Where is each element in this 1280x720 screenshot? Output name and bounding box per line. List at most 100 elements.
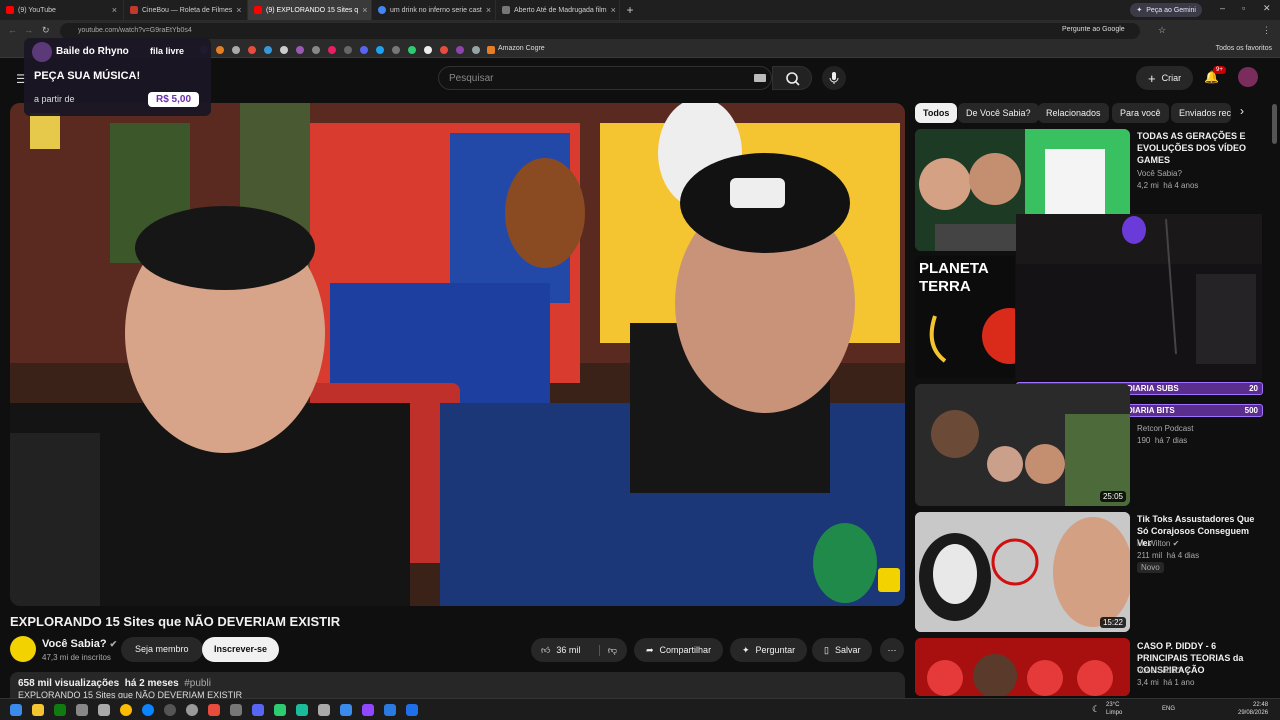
all-favorites-folder[interactable]: Todos os favoritos [1216, 45, 1272, 52]
video-stats: 658 mil visualizações há 2 meses #publi [18, 678, 211, 689]
close-tab-icon[interactable]: × [112, 5, 117, 15]
more-actions-button[interactable]: ⋯ [880, 638, 904, 662]
recommendation-meta: 211 mil há 4 dias [1137, 551, 1199, 560]
recommendation-thumbnail[interactable] [915, 638, 1130, 696]
create-button[interactable]: + Criar [1136, 66, 1194, 90]
bookmark-icon[interactable] [360, 46, 368, 54]
search-input[interactable]: Pesquisar [438, 66, 772, 90]
recommendation-channel[interactable]: Você Sabia? [1137, 169, 1182, 178]
keyboard-icon[interactable] [754, 74, 766, 82]
close-tab-icon[interactable]: × [236, 5, 241, 15]
tab-movie[interactable]: Aberto Até de Madrugada film × [496, 0, 620, 20]
bookmark-icon[interactable] [296, 46, 304, 54]
save-button[interactable]: ▯ Salvar [812, 638, 873, 662]
bookmark-icon[interactable] [344, 46, 352, 54]
tab-label: CineBou — Roleta de Filmes [142, 6, 233, 14]
app-icon[interactable] [274, 704, 286, 716]
bookmark-amazon[interactable]: Amazon Cogre [498, 45, 545, 52]
close-tab-icon[interactable]: × [486, 5, 491, 15]
bookmark-icon[interactable] [248, 46, 256, 54]
chip-recently-uploaded[interactable]: Enviados rec [1171, 103, 1231, 123]
minimize-icon[interactable]: – [1220, 3, 1225, 13]
close-tab-icon[interactable]: × [611, 5, 616, 15]
account-avatar[interactable] [1238, 67, 1258, 87]
app-icon[interactable] [164, 704, 176, 716]
app-icon[interactable] [76, 704, 88, 716]
bookmark-icon[interactable] [232, 46, 240, 54]
recommendation-thumbnail[interactable]: 15:22 [915, 512, 1130, 632]
app-icon[interactable] [186, 704, 198, 716]
chip-from-channel[interactable]: De Você Sabia? [958, 103, 1039, 123]
bookmark-icon[interactable] [376, 46, 384, 54]
channel-avatar[interactable] [10, 636, 36, 662]
tab-google-search[interactable]: um drink no inferno serie cast × [372, 0, 496, 20]
app-icon[interactable] [230, 704, 242, 716]
tab-cinebou[interactable]: CineBou — Roleta de Filmes × [124, 0, 248, 20]
file-explorer-icon[interactable] [32, 704, 44, 716]
maximize-icon[interactable]: ▫ [1242, 3, 1245, 13]
close-window-icon[interactable]: ✕ [1263, 3, 1271, 14]
ask-gemini-button[interactable]: ✦ Peça ao Gemini [1130, 3, 1202, 17]
share-button[interactable]: ➦ Compartilhar [634, 638, 724, 662]
like-button[interactable]: 👍︎ 36 mil [541, 645, 580, 656]
recommendation-title[interactable]: TODAS AS GERAÇÕES E EVOLUÇÕES DOS VÍDEO … [1137, 130, 1265, 166]
app-icon[interactable] [362, 704, 374, 716]
ask-button[interactable]: ✦ Perguntar [730, 638, 808, 662]
bookmark-icon[interactable] [424, 46, 432, 54]
app-icon[interactable] [318, 704, 330, 716]
close-tab-icon[interactable]: × [362, 5, 367, 15]
page-scrollbar[interactable] [1272, 104, 1277, 144]
bookmark-icon[interactable] [312, 46, 320, 54]
edge-icon[interactable] [142, 704, 154, 716]
new-tab-button[interactable]: + [620, 3, 640, 17]
app-icon[interactable] [406, 704, 418, 716]
tab-video-active[interactable]: (9) EXPLORANDO 15 Sites q × [248, 0, 372, 20]
chevron-right-icon[interactable]: › [1240, 104, 1244, 118]
bookmark-icon[interactable] [456, 46, 464, 54]
bookmark-icon[interactable] [216, 46, 224, 54]
weather-widget[interactable]: 23°C Limpo [1106, 701, 1122, 717]
video-player[interactable] [10, 103, 905, 606]
back-icon[interactable]: ← [8, 25, 17, 35]
recommendation-channel[interactable]: Retcon Podcast [1137, 424, 1193, 433]
app-icon[interactable] [208, 704, 220, 716]
chip-all[interactable]: Todos [915, 103, 958, 123]
bookmark-icon[interactable] [280, 46, 288, 54]
recommendation-thumbnail[interactable]: 25:05 [915, 384, 1130, 506]
system-clock[interactable]: 22:48 29/08/2026 [1238, 701, 1268, 717]
app-icon[interactable] [98, 704, 110, 716]
chrome-icon[interactable] [120, 704, 132, 716]
chip-related[interactable]: Relacionados [1038, 103, 1109, 123]
view-count: 658 mil visualizações [18, 678, 120, 689]
bookmark-icon[interactable] [408, 46, 416, 54]
tab-youtube[interactable]: (9) YouTube × [0, 0, 124, 20]
bookmark-icon[interactable] [392, 46, 400, 54]
app-icon[interactable] [384, 704, 396, 716]
discord-icon[interactable] [252, 704, 264, 716]
dislike-button[interactable]: 👎︎ [598, 644, 617, 656]
voice-search-button[interactable] [822, 66, 846, 90]
ask-google-button[interactable]: Pergunte ao Google [1062, 26, 1125, 33]
reload-icon[interactable]: ↻ [42, 25, 50, 36]
app-icon[interactable] [340, 704, 352, 716]
join-membership-button[interactable]: Seja membro [121, 637, 203, 662]
recommendation-channel[interactable]: Mr.Wilton ✔ [1137, 539, 1179, 548]
bookmark-icon[interactable] [264, 46, 272, 54]
forward-icon[interactable]: → [24, 25, 33, 35]
bookmark-icon[interactable] [440, 46, 448, 54]
bookmark-icon[interactable] [328, 46, 336, 54]
browser-menu-icon[interactable]: ⋮ [1262, 25, 1271, 36]
chip-for-you[interactable]: Para você [1112, 103, 1169, 123]
recommendation-channel[interactable]: Você Sabia? ✔ [1137, 666, 1191, 675]
subscribe-button[interactable]: Inscrever-se [202, 637, 280, 662]
search-button[interactable] [772, 66, 812, 90]
xbox-icon[interactable] [54, 704, 66, 716]
channel-name[interactable]: Você Sabia? ✔ [42, 638, 117, 650]
language-indicator[interactable]: ENG [1162, 706, 1175, 712]
bookmark-icon[interactable] [472, 46, 480, 54]
bookmark-star-icon[interactable]: ☆ [1158, 25, 1166, 36]
hashtag-link[interactable]: #publi [184, 678, 211, 689]
app-icon[interactable] [296, 704, 308, 716]
url-field[interactable]: youtube.com/watch?v=G9raEtYb0s4 [60, 23, 1140, 39]
start-windows-icon[interactable] [10, 704, 22, 716]
